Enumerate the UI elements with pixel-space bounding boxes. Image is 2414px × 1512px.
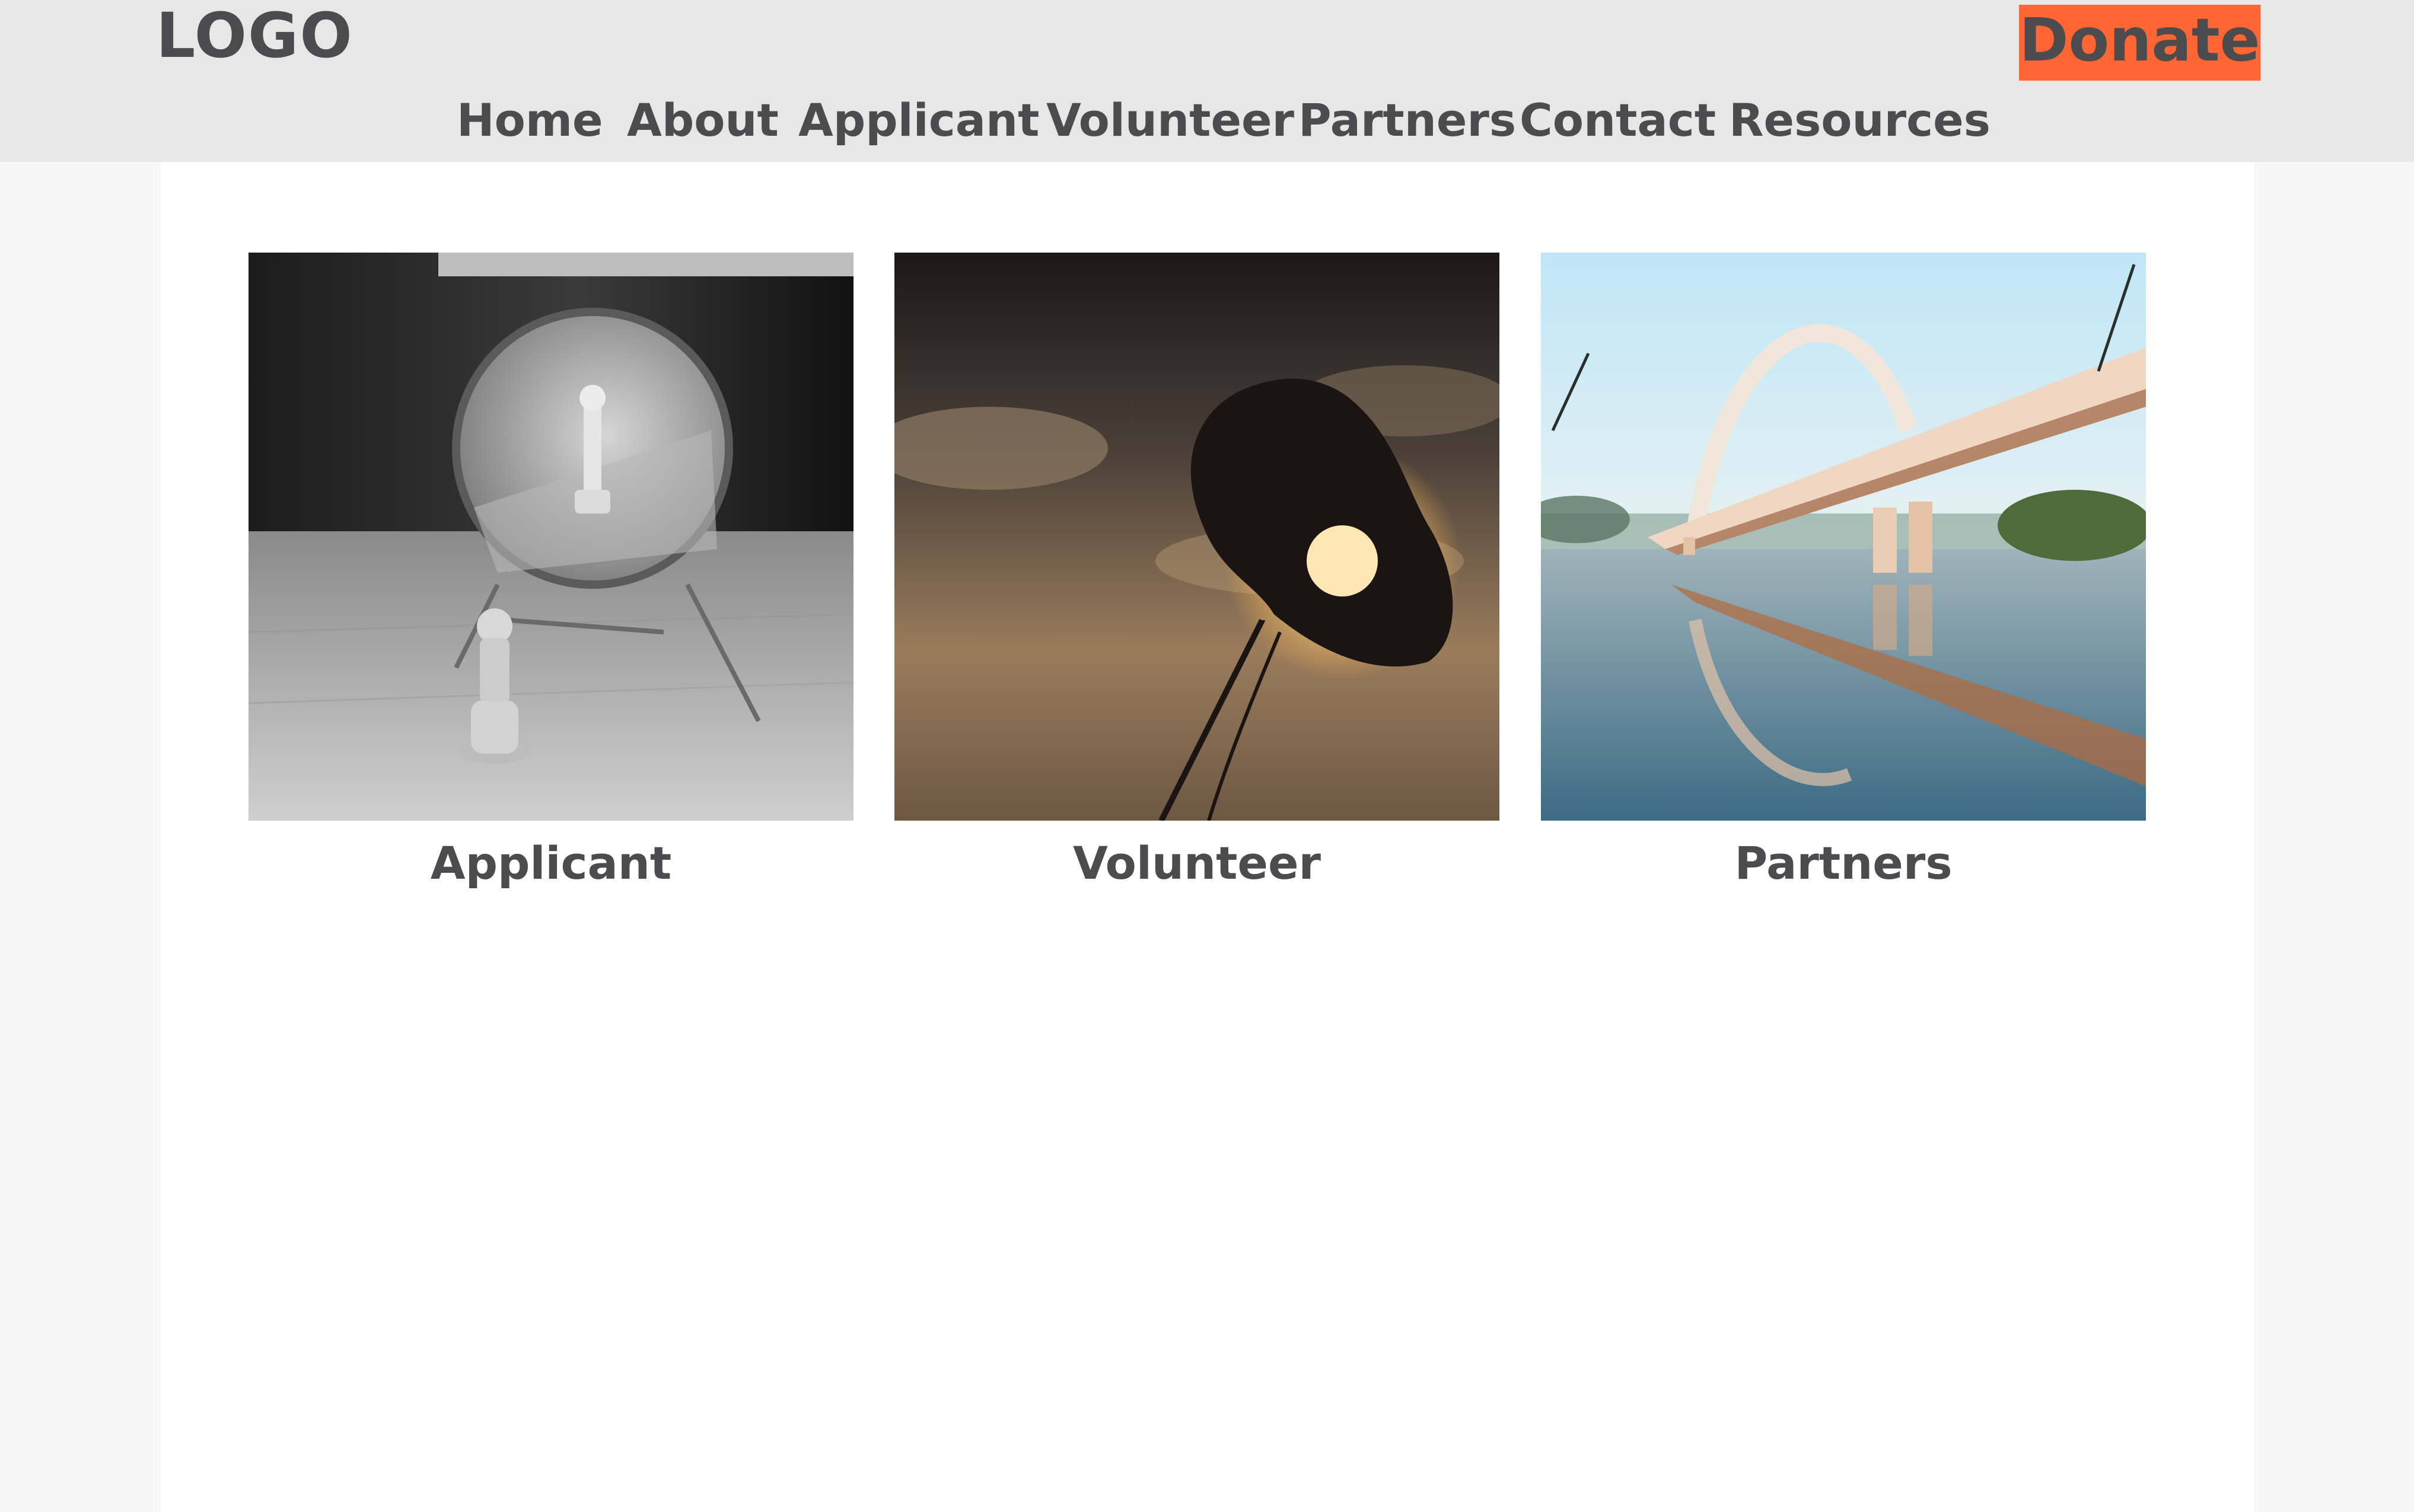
nav-item-partners[interactable]: Partners bbox=[1298, 88, 1516, 153]
volunteer-card[interactable]: Volunteer bbox=[894, 253, 1499, 889]
volunteer-card-label[interactable]: Volunteer bbox=[894, 831, 1499, 896]
applicant-card[interactable]: Applicant bbox=[249, 253, 854, 889]
applicant-card-label[interactable]: Applicant bbox=[249, 831, 854, 896]
site-logo[interactable]: LOGO bbox=[156, 3, 353, 68]
nav-item-applicant[interactable]: Applicant bbox=[798, 88, 1040, 153]
nav-item-resources[interactable]: Resources bbox=[1729, 88, 1991, 153]
site-header: LOGO Donate Home About Applicant Volunte… bbox=[0, 0, 2414, 162]
applicant-image[interactable] bbox=[249, 253, 854, 821]
partners-card-label[interactable]: Partners bbox=[1541, 831, 2146, 896]
partners-card[interactable]: Partners bbox=[1541, 253, 2146, 889]
nav-item-volunteer[interactable]: Volunteer bbox=[1046, 88, 1294, 153]
volunteer-image[interactable] bbox=[894, 253, 1499, 821]
donate-button[interactable]: Donate bbox=[2019, 5, 2260, 81]
nav-item-contact[interactable]: Contact bbox=[1520, 88, 1716, 153]
main-nav: Home About Applicant Volunteer Partners … bbox=[0, 88, 2414, 153]
partners-image[interactable] bbox=[1541, 253, 2146, 821]
main-content: Applicant Volunteer Partners bbox=[161, 162, 2254, 1512]
nav-item-home[interactable]: Home bbox=[457, 88, 603, 153]
nav-item-about[interactable]: About bbox=[627, 88, 779, 153]
